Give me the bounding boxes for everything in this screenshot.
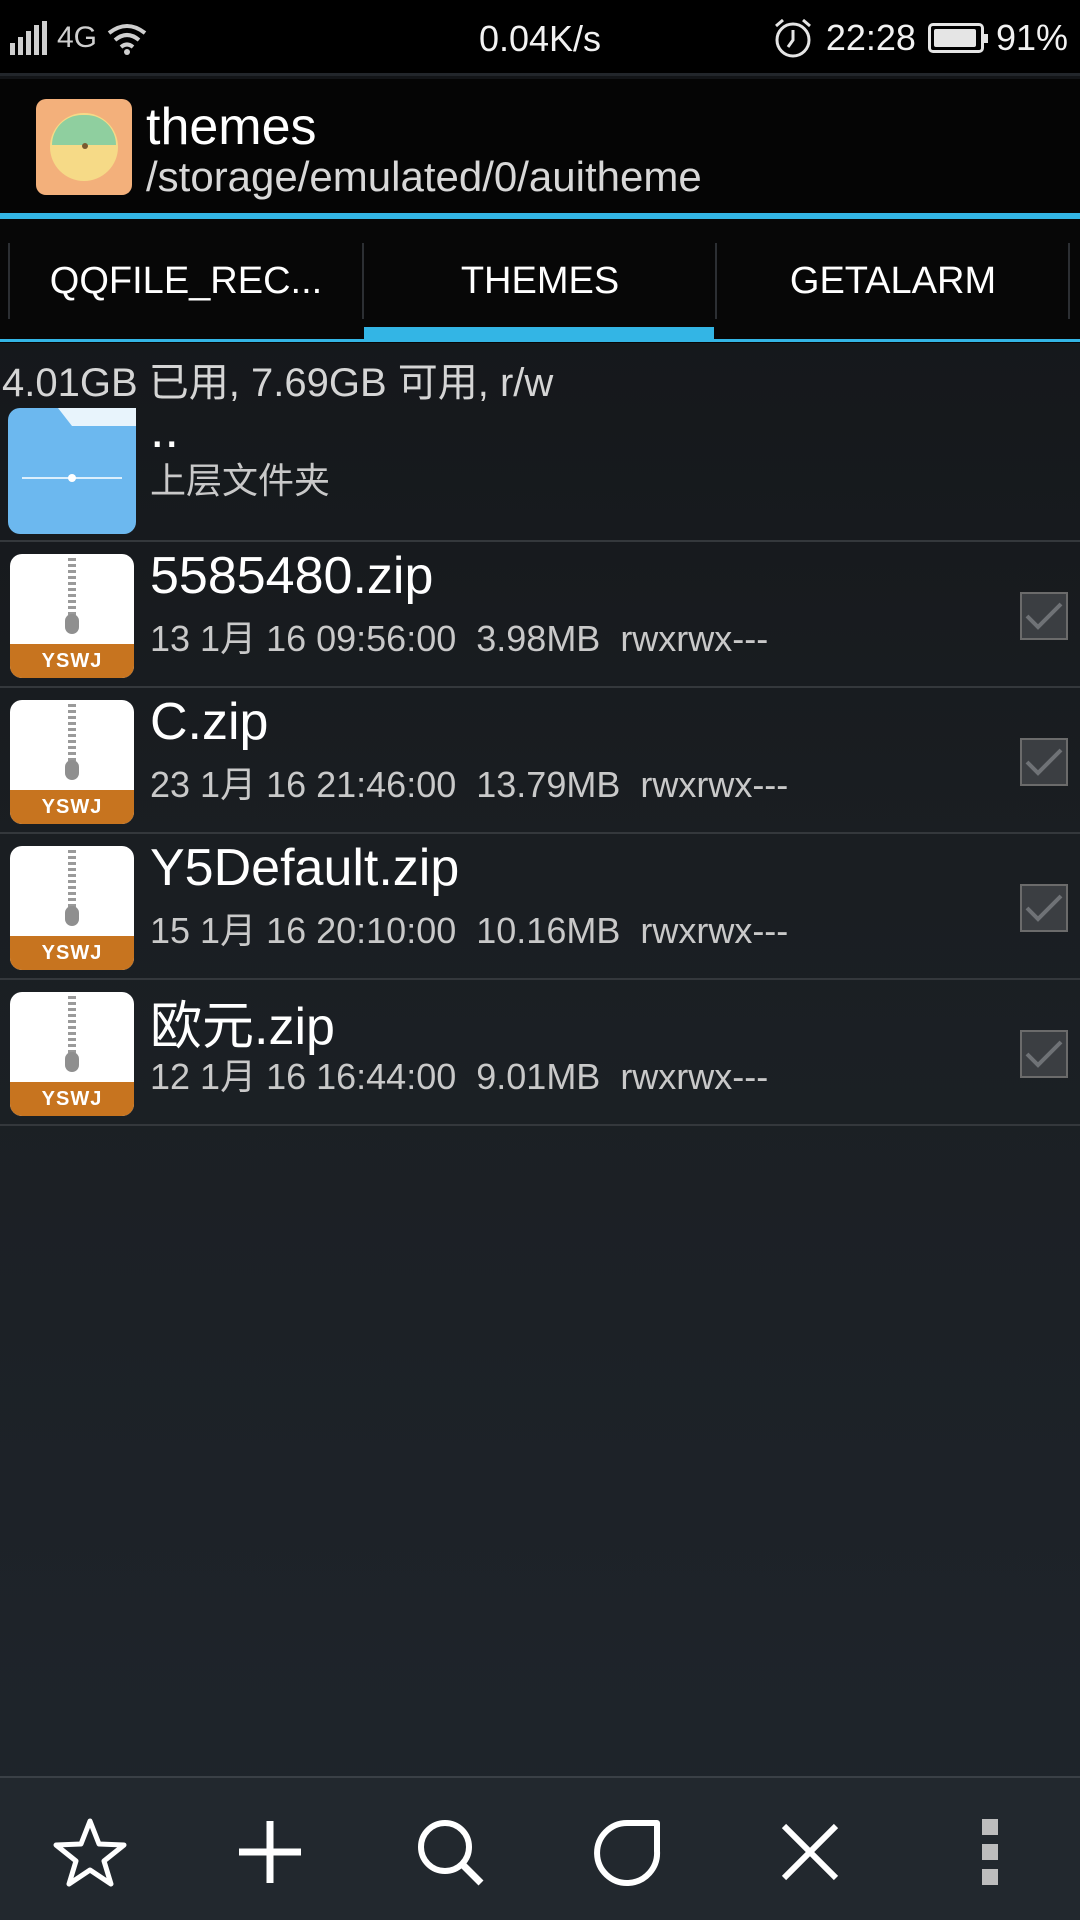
file-meta: 13 1月 16 09:56:00 3.98MB rwxrwx---	[150, 618, 769, 659]
favorites-button[interactable]	[50, 1812, 130, 1892]
tab-getalarm[interactable]: GETALARM	[717, 243, 1069, 319]
close-button[interactable]	[770, 1812, 850, 1892]
parent-folder-name: ..	[150, 401, 179, 459]
overflow-menu-icon	[982, 1819, 998, 1885]
zip-file-icon: YSWJ	[10, 992, 134, 1116]
zip-icon-label: YSWJ	[10, 790, 134, 824]
leaf-icon	[594, 1820, 661, 1886]
app-icon[interactable]	[36, 99, 132, 195]
zip-file-icon: YSWJ	[10, 846, 134, 970]
search-button[interactable]	[410, 1812, 490, 1892]
alarm-icon	[774, 18, 811, 58]
file-meta: 23 1月 16 21:46:00 13.79MB rwxrwx---	[150, 764, 789, 805]
folder-icon	[8, 408, 136, 534]
file-meta: 15 1月 16 20:10:00 10.16MB rwxrwx---	[150, 910, 789, 951]
zip-icon-label: YSWJ	[10, 936, 134, 970]
file-name: 5585480.zip	[150, 547, 434, 605]
check-icon	[1025, 748, 1063, 776]
zip-file-icon: YSWJ	[10, 554, 134, 678]
tab-themes[interactable]: THEMES	[364, 243, 716, 319]
plus-icon	[239, 1821, 301, 1883]
zip-file-icon: YSWJ	[10, 700, 134, 824]
file-name: C.zip	[150, 693, 269, 751]
file-row[interactable]: YSWJ 5585480.zip 13 1月 16 09:56:00 3.98M…	[0, 542, 1080, 688]
zip-icon-label: YSWJ	[10, 644, 134, 678]
parent-folder-row[interactable]: .. 上层文件夹	[0, 396, 1080, 542]
overflow-menu-button[interactable]	[950, 1812, 1030, 1892]
parent-folder-label: 上层文件夹	[150, 460, 331, 501]
folder-path: /storage/emulated/0/auitheme	[146, 153, 702, 200]
select-button[interactable]	[588, 1812, 668, 1892]
clock: 22:28	[825, 17, 916, 58]
file-checkbox[interactable]	[1020, 592, 1068, 640]
file-row[interactable]: YSWJ Y5Default.zip 15 1月 16 20:10:00 10.…	[0, 834, 1080, 980]
zip-icon-label: YSWJ	[10, 1082, 134, 1116]
file-meta: 12 1月 16 16:44:00 9.01MB rwxrwx---	[150, 1056, 769, 1097]
check-icon	[1025, 602, 1063, 630]
file-row[interactable]: YSWJ 欧元.zip 12 1月 16 16:44:00 9.01MB rwx…	[0, 980, 1080, 1126]
battery-percent: 91%	[995, 17, 1068, 58]
app-header: themes /storage/emulated/0/auitheme	[0, 79, 1080, 213]
tab-selected-indicator	[364, 327, 714, 341]
close-icon	[781, 1823, 839, 1881]
search-icon	[418, 1820, 484, 1886]
file-checkbox[interactable]	[1020, 738, 1068, 786]
check-icon	[1025, 894, 1063, 922]
file-checkbox[interactable]	[1020, 1030, 1068, 1078]
tab-bar: QQFILE_REC... THEMES GETALARM	[0, 219, 1080, 343]
star-icon	[53, 1818, 127, 1887]
bottom-toolbar	[0, 1776, 1080, 1920]
file-row[interactable]: YSWJ C.zip 23 1月 16 21:46:00 13.79MB rwx…	[0, 688, 1080, 834]
check-icon	[1025, 1040, 1063, 1068]
file-name: Y5Default.zip	[150, 839, 460, 897]
status-bar: 4G 0.04K/s 22:28 91%	[0, 0, 1080, 76]
file-checkbox[interactable]	[1020, 884, 1068, 932]
folder-title: themes	[146, 98, 317, 156]
add-button[interactable]	[230, 1812, 310, 1892]
tab-qqfile-rec[interactable]: QQFILE_REC...	[10, 243, 362, 319]
battery-icon	[927, 23, 988, 53]
